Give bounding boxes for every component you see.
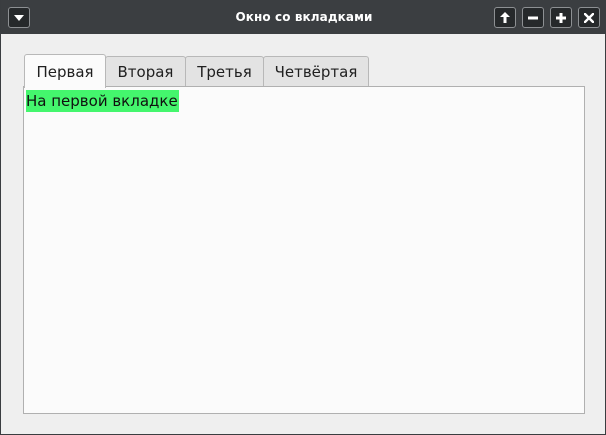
app-window: Окно со вкладками Первая Вторая Третья Ч… bbox=[0, 0, 606, 435]
title-bar[interactable]: Окно со вкладками bbox=[1, 0, 606, 34]
tab-first[interactable]: Первая bbox=[24, 54, 106, 88]
maximize-button[interactable] bbox=[550, 7, 572, 28]
tab-fourth[interactable]: Четвёртая bbox=[263, 56, 369, 87]
tab-second[interactable]: Вторая bbox=[105, 56, 186, 87]
keep-above-button[interactable] bbox=[494, 7, 516, 28]
plus-icon bbox=[556, 12, 566, 23]
tab-third[interactable]: Третья bbox=[185, 56, 264, 87]
minimize-button[interactable] bbox=[522, 7, 544, 28]
close-icon bbox=[584, 12, 594, 23]
minus-icon bbox=[528, 13, 538, 23]
first-tab-label: На первой вкладке bbox=[26, 90, 179, 112]
close-button[interactable] bbox=[578, 7, 600, 28]
tab-content-panel: На первой вкладке bbox=[23, 86, 585, 414]
arrow-up-icon bbox=[500, 12, 510, 23]
